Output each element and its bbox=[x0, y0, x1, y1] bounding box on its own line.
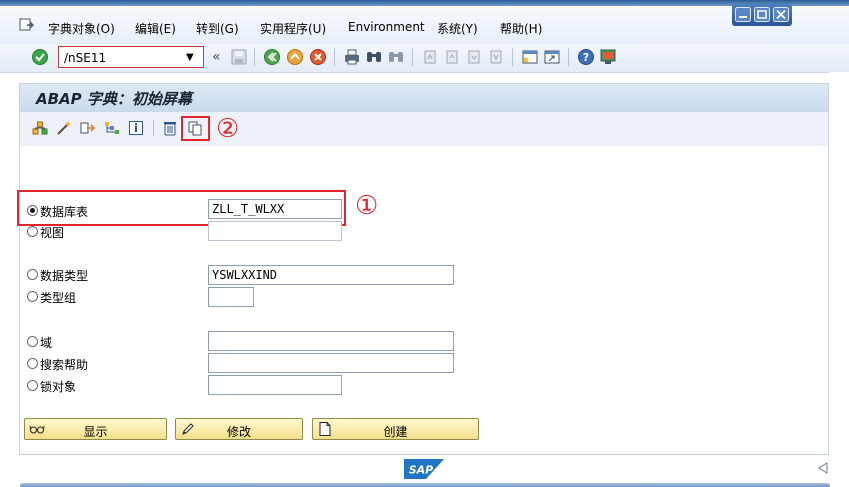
radio-database-table[interactable] bbox=[27, 205, 38, 216]
create-button-label: 创建 bbox=[383, 425, 408, 439]
prev-page-icon[interactable] bbox=[443, 48, 461, 66]
radio-type-group[interactable] bbox=[27, 291, 38, 302]
first-page-icon[interactable] bbox=[421, 48, 439, 66]
data-type-field[interactable]: YSWLXXIND bbox=[208, 265, 454, 285]
annotation-marker-1: ① bbox=[355, 191, 379, 221]
enter-icon[interactable] bbox=[31, 48, 49, 66]
status-collapse-icon[interactable] bbox=[818, 462, 828, 474]
menu-icon[interactable] bbox=[18, 17, 34, 33]
display-button[interactable]: 显示 bbox=[24, 418, 167, 440]
find-icon[interactable] bbox=[365, 48, 383, 66]
last-page-icon[interactable] bbox=[487, 48, 505, 66]
change-button[interactable]: 修改 bbox=[175, 418, 303, 440]
label-view: 视图 bbox=[40, 226, 65, 240]
toolbar-separator bbox=[412, 48, 413, 66]
back-icon[interactable] bbox=[263, 48, 281, 66]
where-used-icon[interactable] bbox=[80, 120, 96, 136]
sap-logo-text: SAP bbox=[409, 464, 434, 477]
radio-data-type[interactable] bbox=[27, 269, 38, 280]
shortcut-icon[interactable] bbox=[543, 48, 561, 66]
menu-goto[interactable]: 转到(G) bbox=[196, 20, 239, 37]
display-button-label: 显示 bbox=[83, 425, 108, 439]
layout-icon[interactable] bbox=[599, 48, 617, 66]
domain-field[interactable] bbox=[208, 331, 454, 351]
label-lock-object: 锁对象 bbox=[40, 380, 77, 394]
annotation-marker-2: ② bbox=[216, 114, 240, 144]
menu-object[interactable]: 字典对象(O) bbox=[48, 20, 115, 37]
highlight-box-copy bbox=[181, 116, 210, 141]
label-data-type: 数据类型 bbox=[40, 269, 89, 283]
next-page-icon[interactable] bbox=[465, 48, 483, 66]
magic-wand-icon[interactable] bbox=[56, 120, 72, 136]
radio-domain[interactable] bbox=[27, 336, 38, 347]
search-help-field[interactable] bbox=[208, 353, 454, 373]
save-icon[interactable] bbox=[230, 48, 248, 66]
create-button[interactable]: 创建 bbox=[312, 418, 479, 440]
database-table-field[interactable]: ZLL_T_WLXX bbox=[208, 199, 342, 219]
radio-search-help[interactable] bbox=[27, 358, 38, 369]
hierarchy-icon[interactable] bbox=[32, 120, 48, 136]
exit-icon[interactable] bbox=[286, 48, 304, 66]
view-field[interactable] bbox=[208, 221, 342, 241]
maximize-icon[interactable] bbox=[754, 7, 770, 22]
new-session-icon[interactable] bbox=[521, 48, 539, 66]
find-next-icon[interactable] bbox=[387, 48, 405, 66]
delete-icon[interactable] bbox=[162, 120, 178, 136]
chevron-down-icon[interactable]: ▼ bbox=[186, 52, 194, 63]
collapse-icon[interactable]: « bbox=[212, 49, 221, 65]
help-icon[interactable]: ? bbox=[577, 48, 595, 66]
command-field-value[interactable]: /nSE11 bbox=[64, 51, 106, 65]
page-title: ABAP 字典：初始屏幕 bbox=[36, 90, 192, 108]
menu-system[interactable]: 系统(Y) bbox=[437, 20, 478, 37]
toolbar-separator bbox=[568, 48, 569, 66]
menu-environment[interactable]: Environment bbox=[348, 20, 425, 34]
lock-object-field[interactable] bbox=[208, 375, 342, 395]
toolbar-separator bbox=[254, 48, 255, 66]
radio-view[interactable] bbox=[27, 226, 38, 237]
print-icon[interactable] bbox=[343, 48, 361, 66]
window-controls bbox=[732, 4, 792, 26]
object-list-icon[interactable] bbox=[104, 120, 120, 136]
cancel-icon[interactable] bbox=[309, 48, 327, 66]
label-domain: 域 bbox=[40, 336, 53, 350]
change-button-label: 修改 bbox=[226, 425, 251, 439]
close-icon[interactable] bbox=[773, 7, 789, 22]
toolbar-separator bbox=[512, 48, 513, 66]
type-group-field[interactable] bbox=[208, 287, 254, 307]
menu-help[interactable]: 帮助(H) bbox=[500, 20, 542, 37]
radio-lock-object[interactable] bbox=[27, 380, 38, 391]
label-database-table: 数据库表 bbox=[40, 205, 89, 219]
sap-logo: SAP bbox=[404, 459, 444, 479]
toolbar-separator bbox=[153, 120, 154, 136]
minimize-icon[interactable] bbox=[735, 7, 751, 22]
label-search-help: 搜索帮助 bbox=[40, 358, 89, 372]
status-bar-edge bbox=[20, 483, 830, 487]
menu-utilities[interactable]: 实用程序(U) bbox=[260, 20, 326, 37]
toolbar-separator bbox=[334, 48, 335, 66]
info-icon[interactable] bbox=[128, 120, 144, 136]
window-margin bbox=[829, 72, 849, 487]
svg-text:?: ? bbox=[583, 51, 589, 64]
menu-edit[interactable]: 编辑(E) bbox=[135, 20, 176, 37]
label-type-group: 类型组 bbox=[40, 291, 77, 305]
